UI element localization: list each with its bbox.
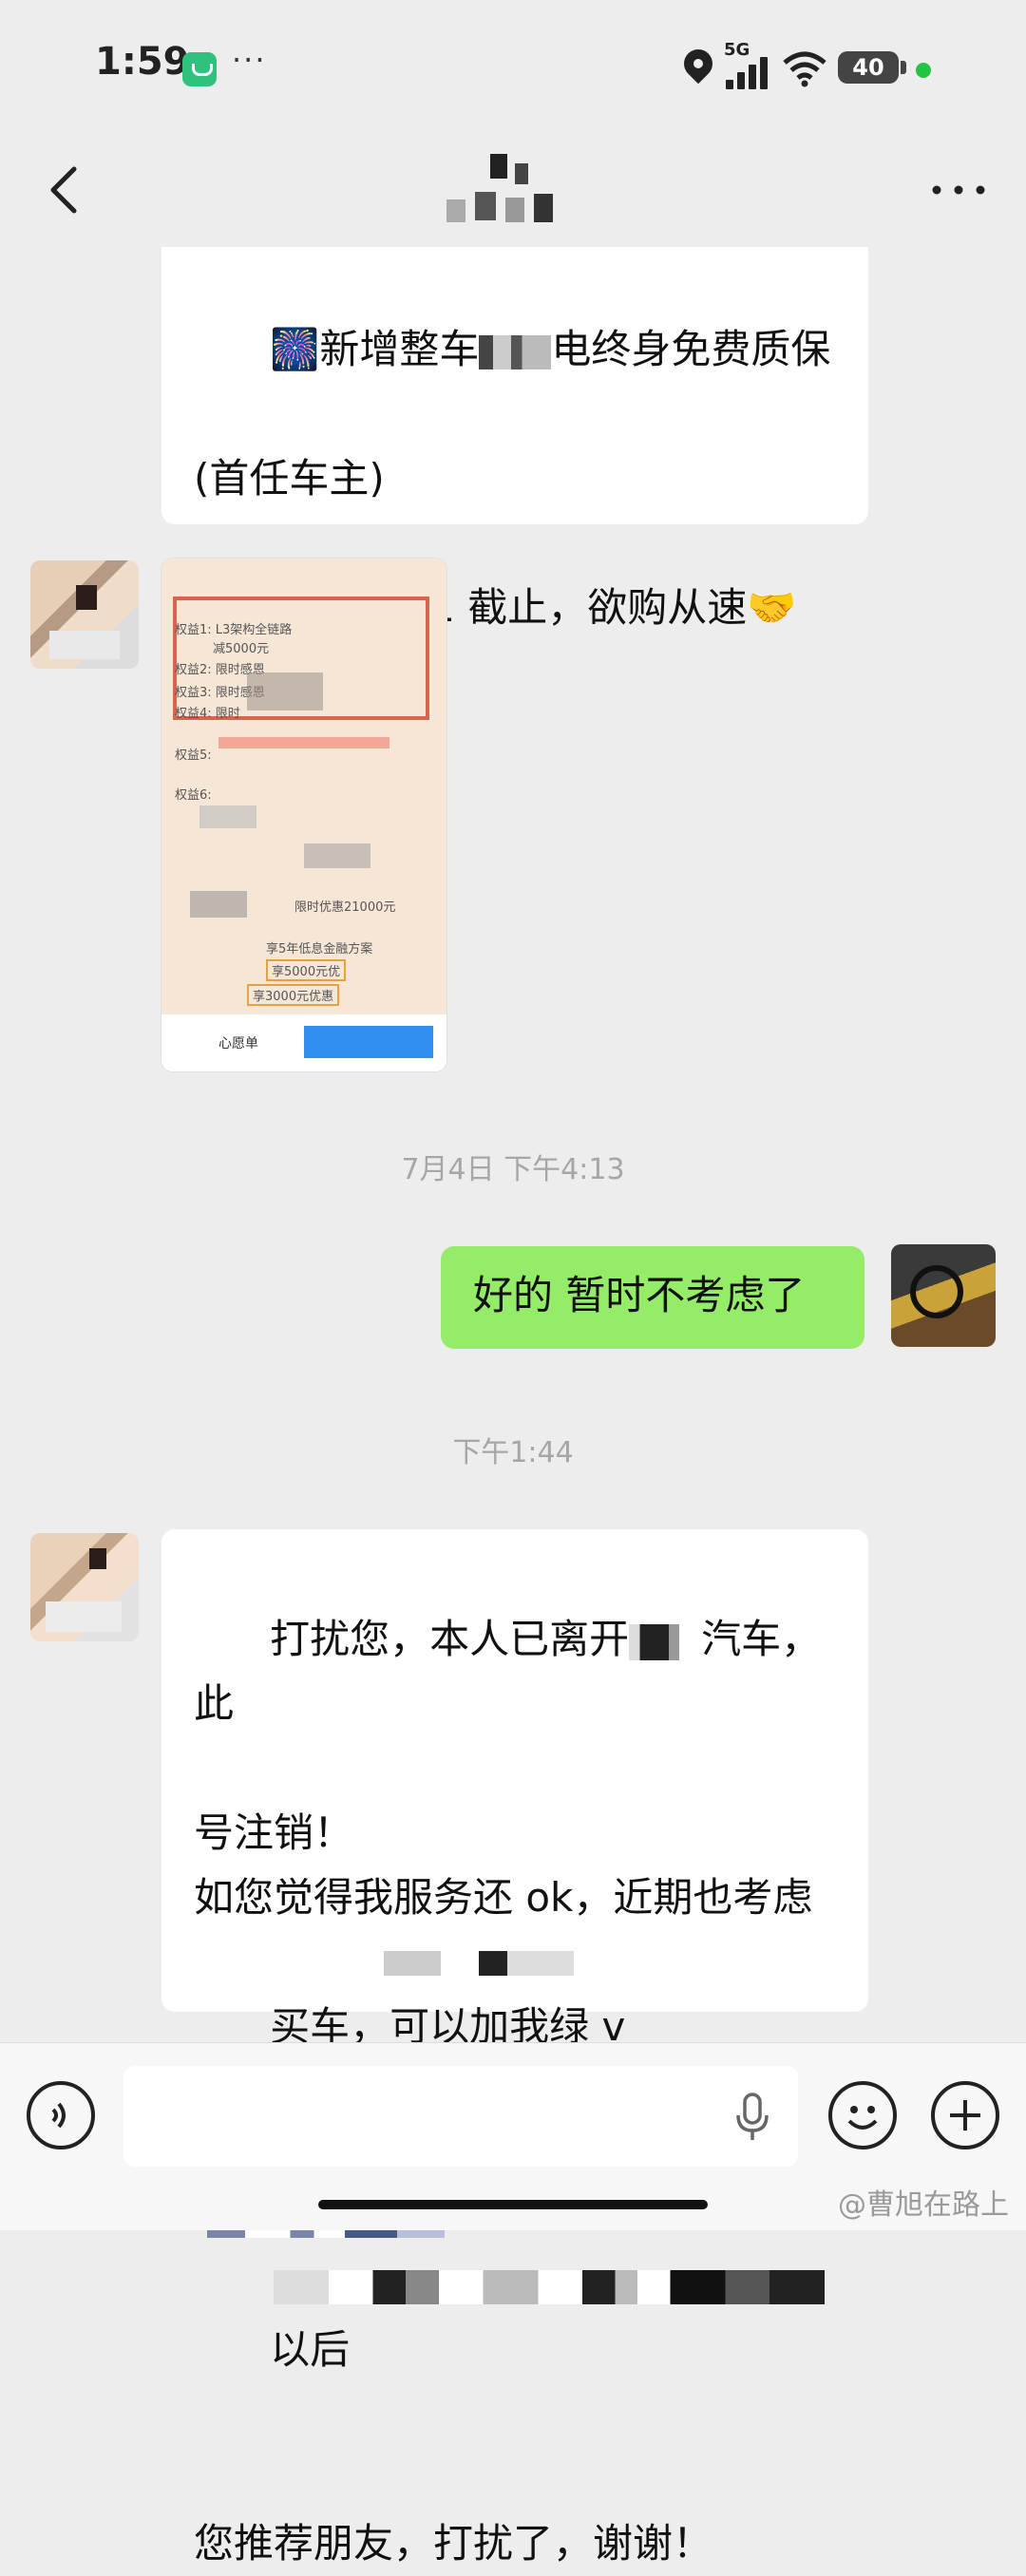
message-list[interactable]: 🎆新增整车 电终身免费质保 (首任车主) 首销权益 7.31 截止，欲购从速🤝 权… bbox=[0, 247, 1026, 2567]
message-text: 电终身免费质保 bbox=[551, 326, 831, 372]
message-bubble[interactable]: 🎆新增整车 电终身免费质保 (首任车主) 首销权益 7.31 截止，欲购从速🤝 bbox=[162, 247, 868, 631]
battery-tip bbox=[901, 61, 906, 74]
image-text: 心愿单 bbox=[218, 1036, 258, 1051]
chevron-left-icon[interactable] bbox=[38, 161, 95, 218]
image-text: 权益1: L3架构全链路 bbox=[175, 623, 293, 637]
message-input[interactable] bbox=[124, 2066, 798, 2167]
chat-title-redacted bbox=[446, 150, 580, 236]
image-text: 权益4: 限时 bbox=[175, 707, 240, 721]
message-text: 打扰您，本人已离开 bbox=[270, 1616, 630, 1662]
location-icon bbox=[677, 43, 719, 85]
status-overflow: ··· bbox=[232, 42, 267, 78]
image-text: 权益5: bbox=[175, 748, 212, 763]
message-text: 好的 暂时不考虑了 bbox=[473, 1272, 806, 1318]
battery-icon: 40 bbox=[838, 51, 899, 84]
redacted-text bbox=[479, 334, 552, 369]
message-text: 您推荐朋友，打扰了，谢谢！ bbox=[194, 2520, 713, 2567]
message-text: 号注销！ bbox=[194, 1809, 354, 1856]
avatar-self[interactable] bbox=[891, 1244, 996, 1347]
mic-icon[interactable] bbox=[733, 2093, 771, 2142]
image-text: 享5000元优 bbox=[266, 959, 347, 981]
redacted-text bbox=[384, 1951, 574, 1976]
avatar[interactable] bbox=[30, 1533, 139, 1641]
message-bubble[interactable]: 打扰您，本人已离开 汽车，此 号注销！ 如您觉得我服务还 ok，近期也考虑 买车，… bbox=[162, 1529, 868, 2567]
message-text: (首任车主) bbox=[194, 455, 385, 502]
voice-icon[interactable] bbox=[27, 2081, 95, 2150]
signal-icon bbox=[726, 57, 773, 89]
timestamp: 下午1:44 bbox=[452, 1436, 574, 1469]
redacted-text bbox=[274, 2270, 825, 2304]
image-text: 减5000元 bbox=[213, 642, 270, 656]
image-message[interactable]: 权益1: L3架构全链路 减5000元 权益2: 限时感恩 权益3: 限时感恩 … bbox=[162, 559, 446, 1071]
more-dots-icon[interactable] bbox=[925, 161, 992, 218]
message-text: 🎆新增整车 bbox=[270, 326, 480, 372]
image-text: 权益6: bbox=[175, 788, 212, 803]
message-text: 以后 bbox=[270, 2326, 351, 2373]
image-text: 限时优惠21000元 bbox=[294, 900, 396, 915]
plus-icon[interactable] bbox=[931, 2081, 999, 2150]
message-text: 如您觉得我服务还 ok，近期也考虑 bbox=[194, 1874, 813, 1921]
chat-header bbox=[0, 133, 1026, 247]
message-bubble-self[interactable]: 好的 暂时不考虑了 bbox=[441, 1246, 864, 1349]
redacted-text bbox=[629, 1623, 702, 1660]
status-bar: 1:59 ··· 5G 40 bbox=[0, 0, 1026, 133]
wifi-icon bbox=[783, 51, 826, 87]
home-indicator[interactable] bbox=[318, 2200, 708, 2209]
image-text: 享5年低息金融方案 bbox=[266, 942, 373, 957]
watermark: @曹旭在路上 bbox=[838, 2188, 1009, 2222]
mi-home-icon bbox=[182, 52, 217, 86]
status-time: 1:59 bbox=[95, 40, 190, 84]
image-text: 享3000元优惠 bbox=[247, 984, 340, 1006]
status-icons: 5G 40 bbox=[677, 40, 1026, 97]
timestamp: 7月4日 下午4:13 bbox=[401, 1153, 625, 1186]
emoji-icon[interactable] bbox=[828, 2081, 897, 2150]
privacy-dot bbox=[916, 63, 931, 78]
avatar[interactable] bbox=[30, 560, 139, 669]
